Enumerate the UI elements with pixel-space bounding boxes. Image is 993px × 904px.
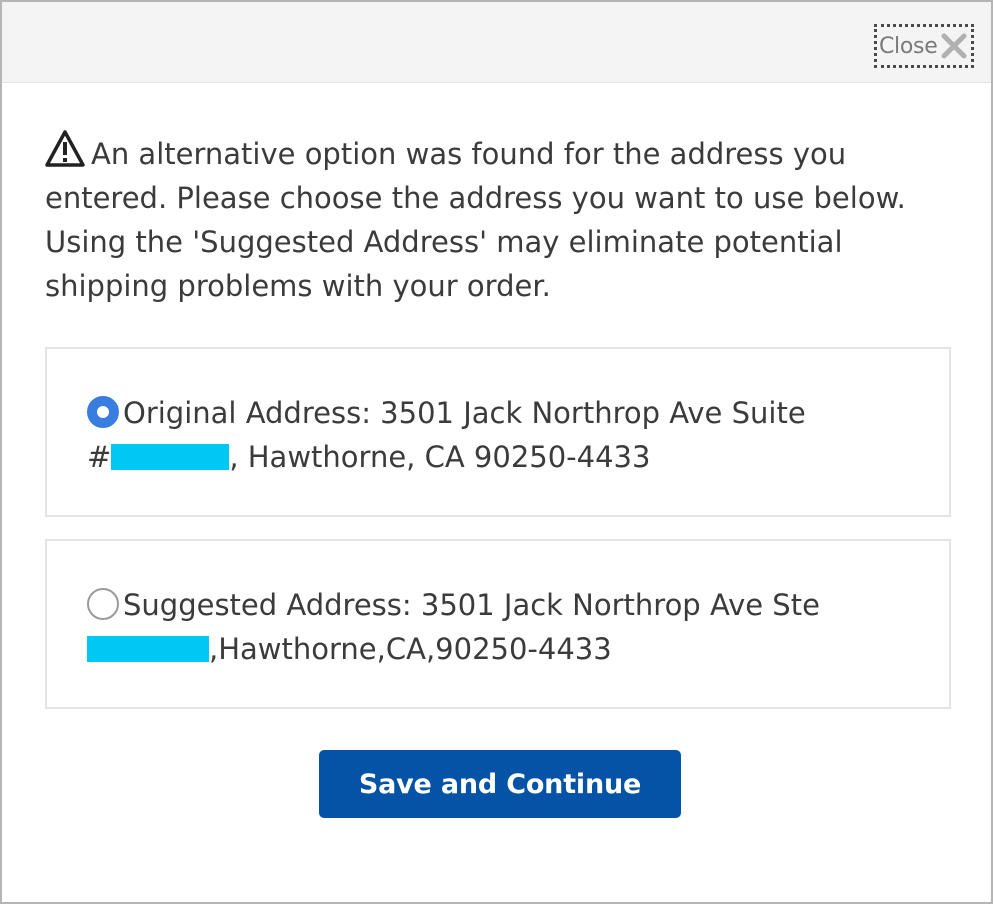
- original-address-radio[interactable]: [87, 396, 119, 428]
- close-label: Close: [879, 33, 938, 59]
- redacted-suite-number: [111, 444, 230, 470]
- original-address-text: Original Address: 3501 Jack Northrop Ave…: [87, 391, 907, 479]
- close-icon: [941, 33, 967, 59]
- address-verification-dialog: Close An alternative option was found fo…: [0, 0, 993, 904]
- save-and-continue-button[interactable]: Save and Continue: [319, 750, 681, 818]
- suggested-address-line1: Suggested Address: 3501 Jack Northrop Av…: [123, 588, 820, 622]
- suggested-address-text: Suggested Address: 3501 Jack Northrop Av…: [87, 583, 907, 671]
- original-address-prefix: #: [87, 440, 112, 474]
- redacted-suite-number: [87, 636, 209, 662]
- dialog-titlebar: Close: [2, 2, 991, 83]
- address-message: An alternative option was found for the …: [45, 130, 945, 308]
- original-address-option[interactable]: Original Address: 3501 Jack Northrop Ave…: [45, 347, 951, 517]
- original-address-line1: Original Address: 3501 Jack Northrop Ave…: [123, 396, 806, 430]
- original-address-line2: , Hawthorne, CA 90250-4433: [229, 440, 651, 474]
- message-text: An alternative option was found for the …: [45, 137, 906, 303]
- suggested-address-line2: ,Hawthorne,CA,90250-4433: [209, 632, 612, 666]
- suggested-address-radio[interactable]: [87, 588, 119, 620]
- close-button[interactable]: Close: [874, 24, 974, 68]
- suggested-address-option[interactable]: Suggested Address: 3501 Jack Northrop Av…: [45, 539, 951, 709]
- warning-icon: [45, 130, 85, 168]
